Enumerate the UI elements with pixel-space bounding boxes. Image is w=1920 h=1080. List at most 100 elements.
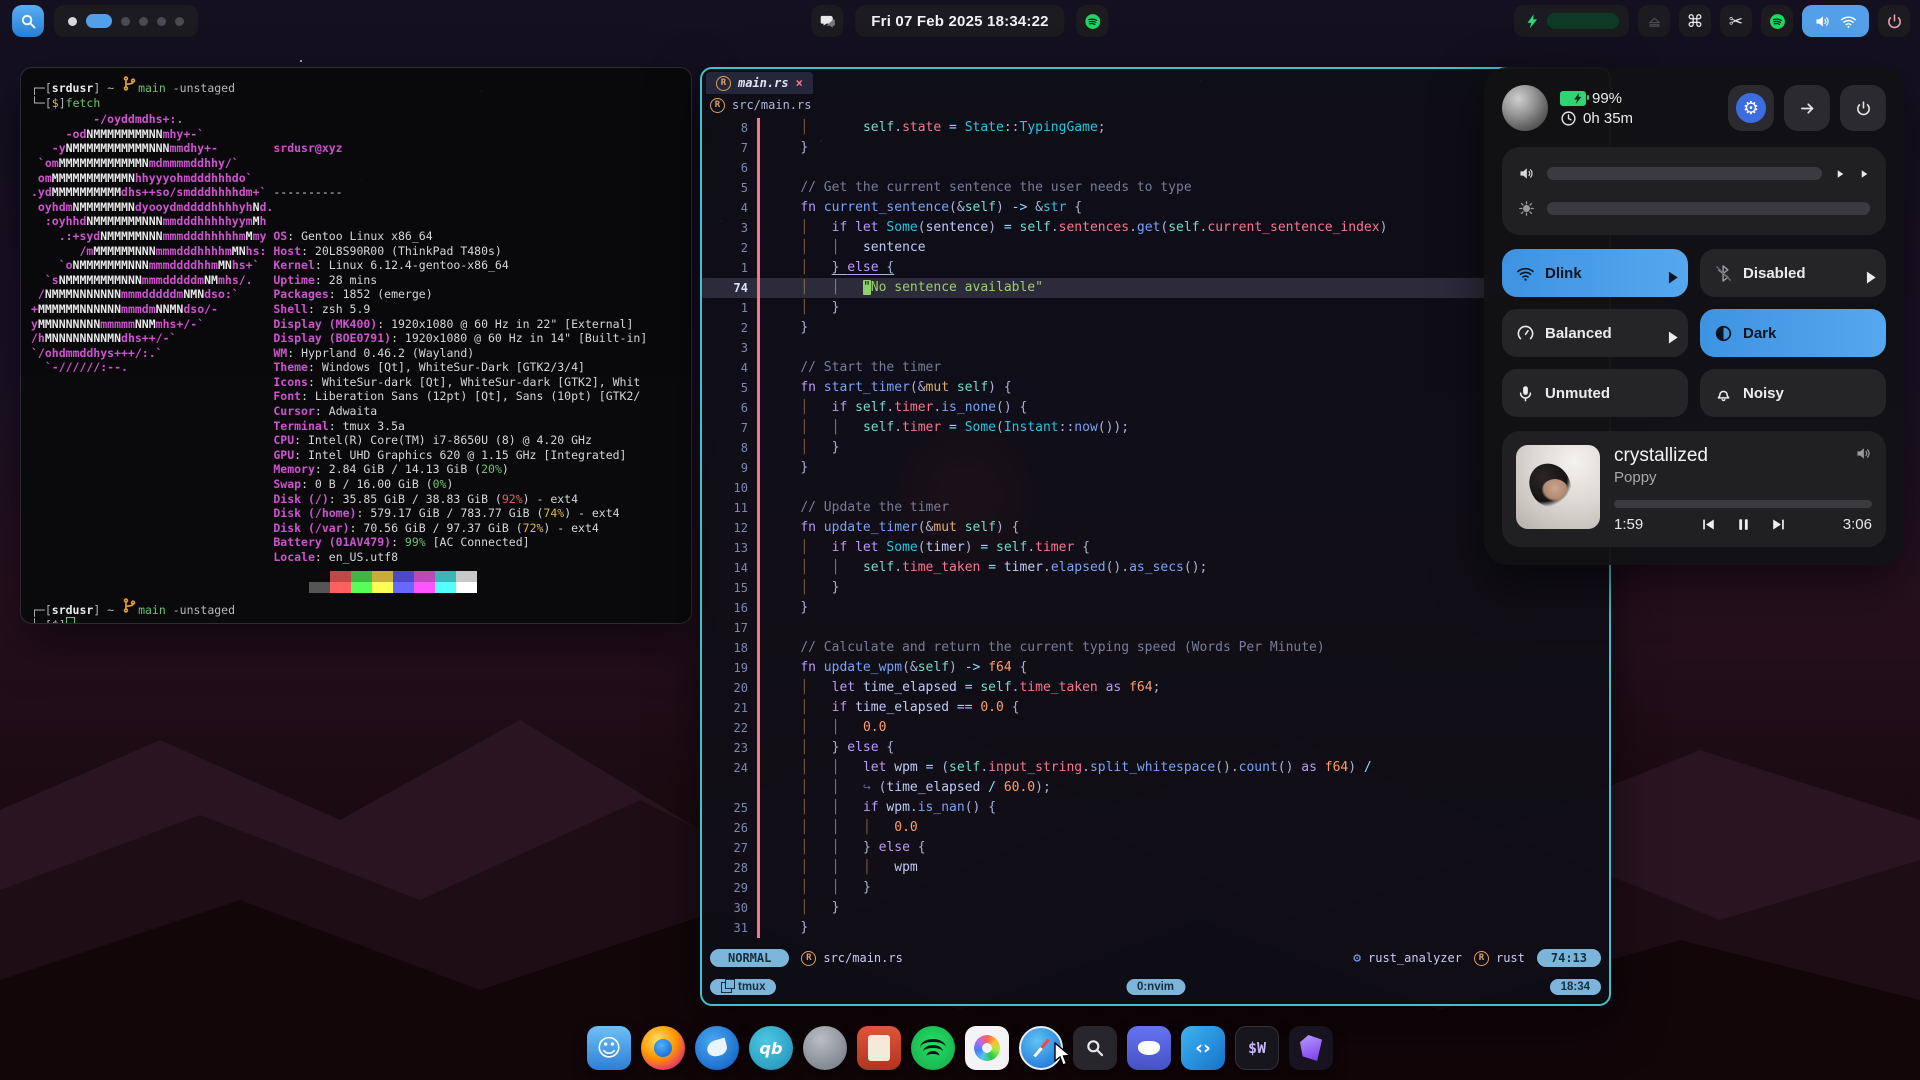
line-number: 25: [702, 798, 757, 818]
toggle-label: Dlink: [1545, 265, 1582, 282]
thunderbird-dock-icon[interactable]: [695, 1026, 739, 1070]
next-track-icon[interactable]: [1770, 516, 1787, 533]
code-line: 5 fn start_timer(&mut self) {: [702, 378, 1609, 398]
charging-bolt-icon: [1524, 13, 1541, 30]
line-number: 3: [702, 338, 757, 358]
code-line: 6: [702, 158, 1609, 178]
palette-swatch: [309, 582, 330, 593]
terminal-window[interactable]: ┌─[srdusr] ~ main -unstaged └─[$]fetch -…: [20, 67, 692, 624]
tmux-window[interactable]: 0:nvim: [1126, 979, 1185, 995]
eject-icon: [1646, 13, 1663, 30]
volume-slider[interactable]: [1547, 167, 1822, 180]
line-number: 7: [702, 418, 757, 438]
toggle-disabled[interactable]: Disabled: [1700, 249, 1886, 297]
logout-button[interactable]: [1784, 85, 1830, 131]
info-line: Font: Liberation Sans (12pt) [Qt], Sans …: [273, 389, 647, 404]
scissors-icon: ✂: [1729, 13, 1743, 30]
output-select-icon[interactable]: [1858, 168, 1870, 180]
prompt-user: srdusr: [52, 81, 94, 95]
vscode-dock-icon[interactable]: ‹›: [1181, 1026, 1225, 1070]
wezterm-dock-icon[interactable]: $W: [1235, 1026, 1279, 1070]
notifications-button[interactable]: [811, 5, 843, 37]
info-line: Icons: WhiteSur-dark [Qt], WhiteSur-dark…: [273, 375, 647, 390]
workspace-5[interactable]: [157, 17, 166, 26]
contrast-icon: [1714, 324, 1733, 343]
toggle-label: Dark: [1743, 325, 1776, 342]
code-line: 29 │ │ }: [702, 878, 1609, 898]
workspace-switcher[interactable]: [54, 5, 198, 37]
line-number: 19: [702, 658, 757, 678]
spotify-dock-icon[interactable]: [911, 1026, 955, 1070]
code-line: 8 │ self.state = State::TypingGame;: [702, 118, 1609, 138]
workspace-6[interactable]: [175, 17, 184, 26]
settings-button[interactable]: ⚙: [1728, 85, 1774, 131]
toggle-label: Noisy: [1743, 385, 1784, 402]
toggle-noisy[interactable]: Noisy: [1700, 369, 1886, 417]
screenshot-button[interactable]: ✂: [1720, 5, 1752, 37]
user-avatar[interactable]: [1502, 85, 1548, 131]
line-number: 6: [702, 158, 757, 178]
bell-icon: [1714, 384, 1733, 403]
shutdown-button[interactable]: [1840, 85, 1886, 131]
gimp-dock-icon[interactable]: [803, 1026, 847, 1070]
tab-close-icon[interactable]: ×: [796, 76, 803, 90]
photos-dock-icon[interactable]: [965, 1026, 1009, 1070]
toggle-unmuted[interactable]: Unmuted: [1502, 369, 1688, 417]
media-spotify-button[interactable]: [1077, 5, 1109, 37]
tab-main-rs[interactable]: R main.rs ×: [706, 72, 813, 94]
line-number: 4: [702, 358, 757, 378]
palette-swatch: [330, 571, 351, 582]
info-line: OS: Gentoo Linux x86_64: [273, 229, 647, 244]
discord-dock-icon[interactable]: [1127, 1026, 1171, 1070]
track-progress[interactable]: [1614, 500, 1872, 508]
code-line: 11 // Update the timer: [702, 498, 1609, 518]
system-info: srdusr@xyz ---------- OS: Gentoo Linux x…: [273, 112, 647, 564]
brightness-slider[interactable]: [1547, 202, 1870, 215]
ascii-art-line: `omMMMMMMMMMMMMNmdmmmmddhhy/`: [31, 156, 273, 171]
previous-track-icon[interactable]: [1700, 516, 1717, 533]
dock: ☺ qb ‹›$W: [587, 1026, 1333, 1070]
code-buffer[interactable]: 8 │ self.state = State::TypingGame;7 }65…: [702, 116, 1609, 945]
player-volume-icon[interactable]: [1855, 445, 1872, 462]
volume-expand-icon[interactable]: [1834, 168, 1846, 180]
power-button[interactable]: [1878, 5, 1910, 37]
album-art[interactable]: [1516, 445, 1600, 529]
qbittorrent-dock-icon[interactable]: qb: [749, 1026, 793, 1070]
search-dock-icon[interactable]: [1073, 1026, 1117, 1070]
chevron-right-icon: [1861, 268, 1872, 279]
line-number: 17: [702, 618, 757, 638]
tmux-session[interactable]: tmux: [710, 979, 776, 995]
pause-icon[interactable]: [1735, 516, 1752, 533]
workspace-2[interactable]: [86, 14, 112, 28]
toggle-dlink[interactable]: Dlink: [1502, 249, 1688, 297]
keybinds-button[interactable]: ⌘: [1679, 5, 1711, 37]
line-number: 8: [702, 438, 757, 458]
line-number: 5: [702, 378, 757, 398]
battery-bar: [1547, 13, 1619, 29]
volume-network-button[interactable]: [1802, 5, 1869, 37]
info-line: Packages: 1852 (emerge): [273, 287, 647, 302]
workspace-1[interactable]: [68, 17, 77, 26]
firefox-dock-icon[interactable]: [641, 1026, 685, 1070]
editor-statusline: NORMAL Rsrc/main.rs ⚙rust_analyzer Rrust…: [702, 945, 1609, 971]
clock-date[interactable]: Fri 07 Feb 2025 18:34:22: [855, 5, 1064, 37]
chevron-right-icon: [1663, 328, 1674, 339]
line-number: 3: [702, 218, 757, 238]
toggle-balanced[interactable]: Balanced: [1502, 309, 1688, 357]
finder-dock-icon[interactable]: ☺: [587, 1026, 631, 1070]
tray-eject-button[interactable]: [1638, 5, 1670, 37]
obsidian-dock-icon[interactable]: [1289, 1026, 1333, 1070]
zathura-dock-icon[interactable]: [857, 1026, 901, 1070]
palette-swatch: [414, 571, 435, 582]
line-number: 23: [702, 738, 757, 758]
window-icon: [721, 982, 732, 993]
launcher-search-button[interactable]: [12, 5, 44, 37]
toggle-label: Unmuted: [1545, 385, 1610, 402]
battery-indicator[interactable]: [1514, 5, 1629, 37]
workspace-3[interactable]: [121, 17, 130, 26]
spotify-tray-button[interactable]: [1761, 5, 1793, 37]
workspace-4[interactable]: [139, 17, 148, 26]
toggle-dark[interactable]: Dark: [1700, 309, 1886, 357]
editor-window[interactable]: R main.rs × R src/main.rs 8 │ self.state…: [700, 67, 1611, 1006]
line-number: 27: [702, 838, 757, 858]
